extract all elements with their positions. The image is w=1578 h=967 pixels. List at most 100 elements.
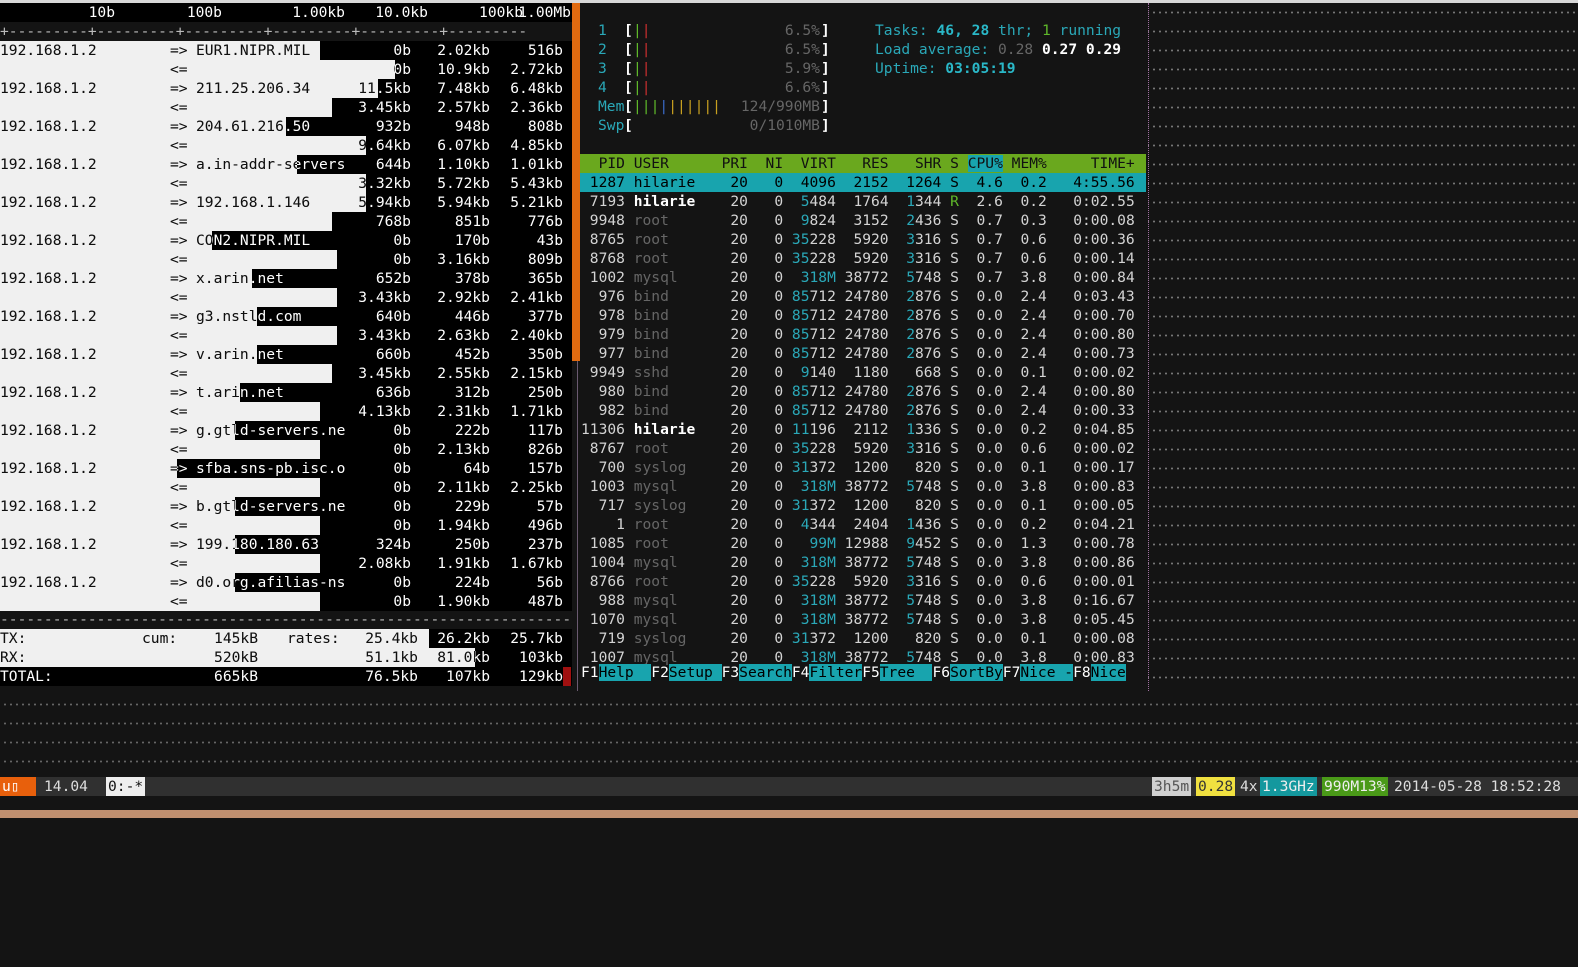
column-header[interactable]: NI [757, 155, 784, 172]
process-row[interactable]: 1070 mysql 20 0 318M 38772 5748 S 0.0 3.… [580, 610, 1146, 629]
fkey-help-button[interactable]: F1Help [581, 664, 652, 681]
column-header[interactable]: VIRT [792, 155, 836, 172]
cell: 0 [756, 611, 784, 628]
process-row[interactable]: 9949 sshd 20 0 9140 1180 668 S 0.0 0.1 0… [580, 363, 1146, 382]
cell: 0 [756, 478, 784, 495]
in-arrow: <= [170, 251, 188, 268]
column-header[interactable]: S [950, 155, 959, 172]
process-row[interactable]: 717 syslog 20 0 31372 1200 820 S 0.0 0.1… [580, 496, 1146, 515]
cell-low: 820 [914, 497, 942, 514]
rate-in: 2.11kb [437, 479, 490, 496]
cell-high: 2 [906, 288, 915, 305]
out-arrow: => [170, 194, 188, 211]
process-row[interactable]: 1085 root 20 0 99M 12988 9452 S 0.0 1.3 … [580, 534, 1146, 553]
rate-in: 2.57kb [437, 99, 490, 116]
process-row[interactable]: 982 bind 20 0 85712 24780 2876 S 0.0 2.4… [580, 401, 1146, 420]
out-arrow: => [170, 232, 188, 249]
cell-high: 85 [791, 288, 810, 305]
remote-host: d0.org.afilias-ns [196, 574, 346, 591]
cell: 24780 [844, 307, 889, 324]
in-arrow: <= [170, 99, 188, 116]
cell: 5920 [844, 440, 889, 457]
fkey-number: F3 [721, 664, 740, 681]
process-row[interactable]: 979 bind 20 0 85712 24780 2876 S 0.0 2.4… [580, 325, 1146, 344]
process-row[interactable]: 9948 root 20 0 9824 3152 2436 S 0.7 0.3 … [580, 211, 1146, 230]
fkey-number: F6 [932, 664, 951, 681]
column-header[interactable]: MEM% [1012, 155, 1047, 172]
remote-host: g.gtld-servers.ne [196, 422, 346, 439]
meter-bracket: ] [821, 79, 830, 96]
cell: 9140 [792, 364, 836, 381]
process-row[interactable]: 1287 hilarie 20 0 4096 2152 1264 S 4.6 0… [580, 173, 1146, 192]
connection-row-in: <= 0b 2.11kb 2.25kb [0, 478, 572, 497]
cell-high: 5 [906, 611, 915, 628]
process-row[interactable]: 8766 root 20 0 35228 5920 3316 S 0.0 0.6… [580, 572, 1146, 591]
process-row[interactable]: 11306 hilarie 20 0 11196 2112 1336 S 0.0… [580, 420, 1146, 439]
process-row[interactable]: 976 bind 20 0 85712 24780 2876 S 0.0 2.4… [580, 287, 1146, 306]
fkey-nice-button[interactable]: F7Nice - [1003, 664, 1074, 681]
cell-high: 85 [791, 326, 810, 343]
cell: S [950, 307, 959, 324]
out-arrow: => [170, 346, 188, 363]
cell: 977 [581, 345, 625, 362]
session-badge[interactable]: u▯ [0, 777, 36, 796]
process-row[interactable]: 8768 root 20 0 35228 5920 3316 S 0.7 0.6… [580, 249, 1146, 268]
cell: S [950, 440, 959, 457]
cell: root [633, 440, 713, 457]
fkey-nice-button[interactable]: F8Nice [1073, 664, 1126, 681]
process-row[interactable]: 719 syslog 20 0 31372 1200 820 S 0.0 0.1… [580, 629, 1146, 648]
column-header[interactable]: RES [845, 155, 888, 172]
cell: 20 [721, 459, 748, 476]
process-row[interactable]: 1003 mysql 20 0 318M 38772 5748 S 0.0 3.… [580, 477, 1146, 496]
fkey-search-button[interactable]: F3Search [722, 664, 792, 681]
connection-row: 192.168.1.2 => t.arin.net 636b 312b 250b [0, 383, 572, 402]
fkey-tree-button[interactable]: F5Tree [862, 664, 933, 681]
cell: 1003 [581, 478, 625, 495]
meter-tick: | [659, 98, 669, 115]
pane-divider[interactable] [577, 361, 578, 691]
cell: 318M [792, 592, 836, 609]
process-row[interactable]: 7193 hilarie 20 0 5484 1764 1344 R 2.6 0… [580, 192, 1146, 211]
cell: S [950, 516, 959, 533]
process-row[interactable]: 700 syslog 20 0 31372 1200 820 S 0.0 0.1… [580, 458, 1146, 477]
connection-row: 192.168.1.2 => v.arin.net 660b 452b 350b [0, 345, 572, 364]
process-row[interactable]: 8767 root 20 0 35228 5920 3316 S 0.0 0.6… [580, 439, 1146, 458]
window-tab[interactable]: 0:-* [106, 777, 146, 796]
iftop-rule: ----------------------------------------… [0, 611, 572, 628]
fkey-sortby-button[interactable]: F6SortBy [932, 664, 1003, 681]
cell: syslog [633, 459, 713, 476]
fkey-filter-button[interactable]: F4Filter [792, 664, 863, 681]
meter-bracket: ] [821, 98, 830, 115]
remote-host: b.gtld-servers.ne [196, 498, 346, 515]
pane-scrollbar[interactable] [572, 3, 580, 361]
connection-row-in: <= 3.45kb 2.57kb 2.36kb [0, 98, 572, 117]
rate-out: 11.5kb [358, 80, 411, 97]
rate-in: 1.90kb [437, 593, 490, 610]
column-header[interactable]: PRI [722, 155, 748, 172]
process-row[interactable]: 988 mysql 20 0 318M 38772 5748 S 0.0 3.8… [580, 591, 1146, 610]
cell-high: 3 [906, 250, 915, 267]
process-row[interactable]: 980 bind 20 0 85712 24780 2876 S 0.0 2.4… [580, 382, 1146, 401]
remote-host: 192.168.1.146 [196, 194, 311, 211]
column-header[interactable]: USER [634, 155, 713, 172]
column-header[interactable]: PID [581, 155, 625, 172]
column-header[interactable]: TIME+ [1056, 155, 1135, 172]
fkey-setup-button[interactable]: F2Setup [651, 664, 722, 681]
process-row[interactable]: 1 root 20 0 4344 2404 1436 S 0.0 0.2 0:0… [580, 515, 1146, 534]
process-row[interactable]: 1002 mysql 20 0 318M 38772 5748 S 0.7 3.… [580, 268, 1146, 287]
column-header[interactable]: CPU% [967, 155, 1003, 172]
process-row[interactable]: 978 bind 20 0 85712 24780 2876 S 0.0 2.4… [580, 306, 1146, 325]
process-row[interactable]: 1004 mysql 20 0 318M 38772 5748 S 0.0 3.… [580, 553, 1146, 572]
cell: hilarie [633, 174, 713, 191]
out-arrow: => [170, 536, 188, 553]
column-header[interactable]: SHR [897, 155, 941, 172]
rate-in: 5.72kb [437, 175, 490, 192]
cell: 38772 [844, 611, 889, 628]
cell-high: 5 [906, 592, 915, 609]
process-row[interactable]: 8765 root 20 0 35228 5920 3316 S 0.7 0.6… [580, 230, 1146, 249]
meter-bracket: ] [821, 117, 830, 134]
meter-bracket: [ [624, 117, 633, 134]
rate-out: 250b [527, 384, 563, 401]
cell: S [950, 573, 959, 590]
process-row[interactable]: 977 bind 20 0 85712 24780 2876 S 0.0 2.4… [580, 344, 1146, 363]
